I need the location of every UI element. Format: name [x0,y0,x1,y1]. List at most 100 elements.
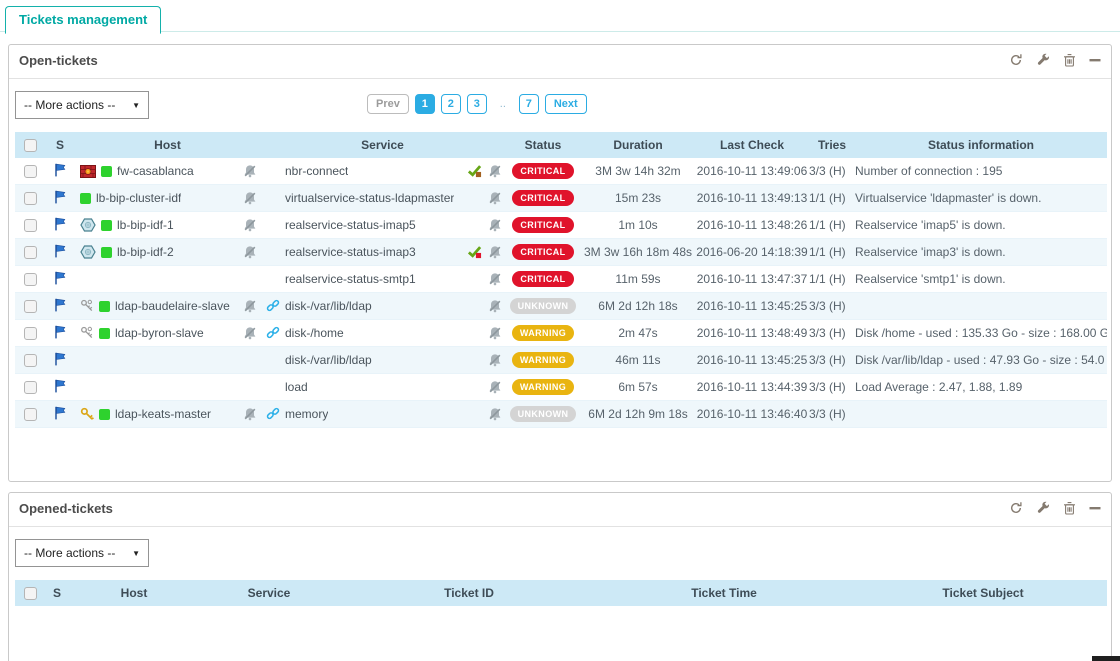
host-link[interactable]: lb-bip-idf-2 [117,245,174,259]
horizontal-scrollbar-thumb[interactable] [1092,656,1120,661]
flag-icon [54,352,66,366]
col-host[interactable]: Host [75,132,260,158]
open-tickets-table: S Host Service Status Duration Last Chec… [15,132,1107,428]
service-link[interactable]: disk-/var/lib/ldap [285,353,372,367]
status-information-cell: Realservice 'imap3' is down. [855,239,1107,266]
panel-toolbar [1009,53,1101,67]
select-all-checkbox[interactable] [24,587,37,600]
table-row: fw-casablanca nbr-connect [15,158,1107,185]
trash-icon[interactable] [1063,53,1076,67]
host-up-indicator [80,193,91,204]
tries-cell: 1/1 (H) [809,239,855,266]
table-header-row: S Host Service Status Duration Last Chec… [15,132,1107,158]
col-s[interactable]: S [45,580,79,606]
status-information-cell: Realservice 'imap5' is down. [855,212,1107,239]
pagination-2[interactable]: 2 [441,94,461,114]
link-icon[interactable] [265,407,280,421]
wrench-icon[interactable] [1036,501,1050,515]
col-tries[interactable]: Tries [809,132,855,158]
host-up-indicator [101,220,112,231]
status-badge: CRITICAL [512,217,573,233]
link-icon[interactable] [265,326,280,340]
row-checkbox[interactable] [24,327,37,340]
service-link[interactable]: disk-/home [285,326,344,340]
col-last-check[interactable]: Last Check [695,132,809,158]
host-link[interactable]: ldap-keats-master [115,407,211,421]
service-link[interactable]: nbr-connect [285,164,348,178]
wrench-icon[interactable] [1036,53,1050,67]
col-s[interactable]: S [45,132,75,158]
last-check-cell: 2016-10-11 13:46:40 [695,401,809,428]
opened-tickets-panel: Opened-tickets -- More actions -- ▼ [8,492,1112,661]
collapse-icon[interactable] [1089,53,1101,67]
refresh-icon[interactable] [1009,501,1023,515]
service-link[interactable]: load [285,380,308,394]
pagination-7[interactable]: 7 [519,94,539,114]
col-duration[interactable]: Duration [581,132,695,158]
service-notifications-muted-icon [487,191,502,205]
row-checkbox[interactable] [24,273,37,286]
host-link[interactable]: lb-bip-idf-1 [117,218,174,232]
service-link[interactable]: virtualservice-status-ldapmaster [285,191,454,205]
service-link[interactable]: memory [285,407,328,421]
host-link[interactable]: ldap-baudelaire-slave [115,299,230,313]
tries-cell: 1/1 (H) [809,212,855,239]
pagination-1[interactable]: 1 [415,94,435,114]
row-checkbox[interactable] [24,408,37,421]
pagination-next[interactable]: Next [545,94,587,114]
table-row: ldap-baudelaire-slave disk-/var/lib/ldap [15,293,1107,320]
status-badge: WARNING [512,352,574,368]
tab-tickets-management[interactable]: Tickets management [5,6,161,34]
row-checkbox[interactable] [24,300,37,313]
more-actions-select[interactable]: -- More actions -- ▼ [15,91,149,119]
tab-bar: Tickets management [0,0,1120,32]
pagination-3[interactable]: 3 [467,94,487,114]
table-row: disk-/var/lib/ldap WARNING 46m 11s 2016-… [15,347,1107,374]
col-host[interactable]: Host [79,580,189,606]
flag-icon [54,379,66,393]
host-up-indicator [101,166,112,177]
row-checkbox[interactable] [24,192,37,205]
last-check-cell: 2016-10-11 13:45:25 [695,293,809,320]
service-link[interactable]: disk-/var/lib/ldap [285,299,372,313]
host-up-indicator [101,247,112,258]
more-actions-select[interactable]: -- More actions -- ▼ [15,539,149,567]
service-link[interactable]: realservice-status-smtp1 [285,272,416,286]
row-checkbox[interactable] [24,165,37,178]
host-up-indicator [99,301,110,312]
col-service[interactable]: Service [189,580,349,606]
pagination-prev[interactable]: Prev [367,94,409,114]
host-link[interactable]: fw-casablanca [117,164,194,178]
row-checkbox[interactable] [24,381,37,394]
last-check-cell: 2016-06-20 14:18:39 [695,239,809,266]
service-notifications-muted-icon [487,218,502,232]
host-link[interactable]: lb-bip-cluster-idf [96,191,181,205]
col-status[interactable]: Status [505,132,581,158]
service-notifications-muted-icon [487,245,502,259]
service-link[interactable]: realservice-status-imap5 [285,218,416,232]
select-all-checkbox[interactable] [24,139,37,152]
link-icon[interactable] [265,299,280,313]
row-checkbox[interactable] [24,246,37,259]
flag-icon [54,406,66,420]
status-information-cell: Number of connection : 195 [855,158,1107,185]
service-link[interactable]: realservice-status-imap3 [285,245,416,259]
col-service[interactable]: Service [260,132,505,158]
table-row: ldap-keats-master memory [15,401,1107,428]
refresh-icon[interactable] [1009,53,1023,67]
host-link[interactable]: ldap-byron-slave [115,326,204,340]
opened-tickets-table: S Host Service Ticket ID Ticket Time Tic… [15,580,1107,606]
duration-cell: 6M 2d 12h 9m 18s [581,401,695,428]
col-ticket-subject[interactable]: Ticket Subject [859,580,1107,606]
col-ticket-id[interactable]: Ticket ID [349,580,589,606]
collapse-icon[interactable] [1089,501,1101,515]
col-status-information[interactable]: Status information [855,132,1107,158]
flag-icon [54,163,66,177]
pagination-ellipsis: .. [493,94,513,114]
duration-cell: 6M 2d 12h 18s [581,293,695,320]
row-checkbox[interactable] [24,219,37,232]
row-checkbox[interactable] [24,354,37,367]
trash-icon[interactable] [1063,501,1076,515]
open-tickets-header: Open-tickets [9,45,1111,79]
col-ticket-time[interactable]: Ticket Time [589,580,859,606]
